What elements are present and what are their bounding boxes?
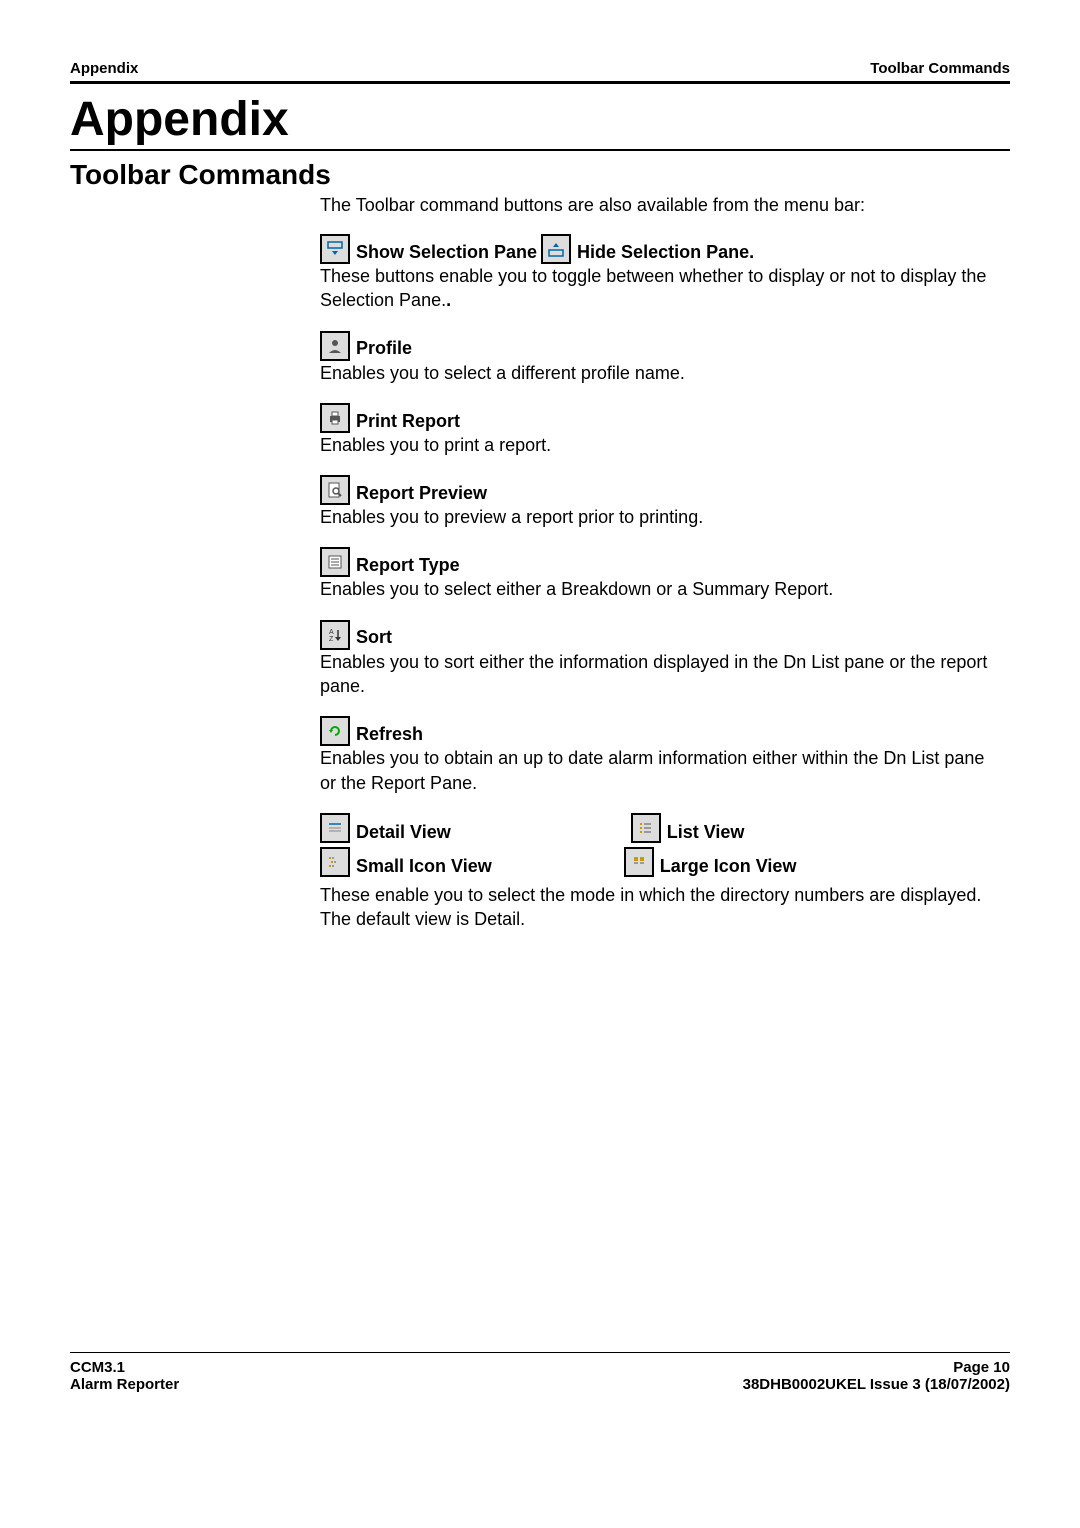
print-report-label: Print Report [356, 409, 460, 433]
selection-pane-trailing: . [446, 290, 451, 310]
item-profile: Profile Enables you to select a differen… [320, 331, 1000, 385]
sort-label: Sort [356, 625, 392, 649]
view-detail: Detail View [320, 813, 451, 843]
item-selection-pane: Show Selection Pane Hide Selection Pane.… [320, 234, 1000, 313]
view-list: List View [631, 813, 745, 843]
large-icon-view-icon [624, 847, 654, 877]
profile-desc: Enables you to select a different profil… [320, 361, 1000, 385]
header-left: Appendix [70, 60, 138, 77]
item-report-type: Report Type Enables you to select either… [320, 547, 1000, 601]
views-row-1: Detail View List View [320, 813, 1000, 843]
svg-text:Z: Z [329, 636, 334, 643]
show-pane-label: Show Selection Pane [356, 240, 537, 264]
views-desc: These enable you to select the mode in w… [320, 883, 1000, 932]
page-header: Appendix Toolbar Commands [70, 60, 1010, 81]
detail-view-icon [320, 813, 350, 843]
print-icon [320, 403, 350, 433]
item-refresh: Refresh Enables you to obtain an up to d… [320, 716, 1000, 795]
item-sort: AZ Sort Enables you to sort either the i… [320, 620, 1000, 699]
view-small-icon: Small Icon View [320, 847, 492, 877]
footer-left-bottom: Alarm Reporter [70, 1376, 179, 1393]
page-footer: CCM3.1 Page 10 Alarm Reporter 38DHB0002U… [70, 1352, 1010, 1393]
item-report-preview: Report Preview Enables you to preview a … [320, 475, 1000, 529]
preview-icon [320, 475, 350, 505]
small-icon-view-label: Small Icon View [356, 856, 492, 877]
page-title: Appendix [70, 92, 1010, 147]
report-type-desc: Enables you to select either a Breakdown… [320, 577, 1000, 601]
report-preview-label: Report Preview [356, 481, 487, 505]
print-report-desc: Enables you to print a report. [320, 433, 1000, 457]
content-body: The Toolbar command buttons are also ava… [320, 195, 1010, 932]
sort-icon: AZ [320, 620, 350, 650]
hide-pane-icon [541, 234, 571, 264]
sort-desc: Enables you to sort either the informati… [320, 650, 1000, 699]
refresh-icon [320, 716, 350, 746]
list-view-icon [631, 813, 661, 843]
footer-right-bottom: 38DHB0002UKEL Issue 3 (18/07/2002) [743, 1376, 1010, 1393]
refresh-label: Refresh [356, 722, 423, 746]
report-type-icon [320, 547, 350, 577]
header-right: Toolbar Commands [870, 60, 1010, 77]
section-subtitle: Toolbar Commands [70, 159, 1010, 191]
footer-left-top: CCM3.1 [70, 1359, 125, 1376]
footer-right-top: Page 10 [953, 1359, 1010, 1376]
selection-pane-desc: These buttons enable you to toggle betwe… [320, 266, 986, 310]
item-print-report: Print Report Enables you to print a repo… [320, 403, 1000, 457]
profile-icon [320, 331, 350, 361]
intro-text: The Toolbar command buttons are also ava… [320, 195, 1000, 216]
refresh-desc: Enables you to obtain an up to date alar… [320, 746, 1000, 795]
header-rule [70, 81, 1010, 84]
report-preview-desc: Enables you to preview a report prior to… [320, 505, 1000, 529]
large-icon-view-label: Large Icon View [660, 856, 797, 877]
views-row-2: Small Icon View Large Icon View [320, 847, 1000, 877]
title-rule [70, 149, 1010, 151]
show-pane-icon [320, 234, 350, 264]
small-icon-view-icon [320, 847, 350, 877]
hide-pane-label: Hide Selection Pane. [577, 240, 754, 264]
detail-view-label: Detail View [356, 822, 451, 843]
svg-text:A: A [329, 629, 334, 636]
view-large-icon: Large Icon View [624, 847, 797, 877]
report-type-label: Report Type [356, 553, 460, 577]
list-view-label: List View [667, 822, 745, 843]
profile-label: Profile [356, 336, 412, 360]
